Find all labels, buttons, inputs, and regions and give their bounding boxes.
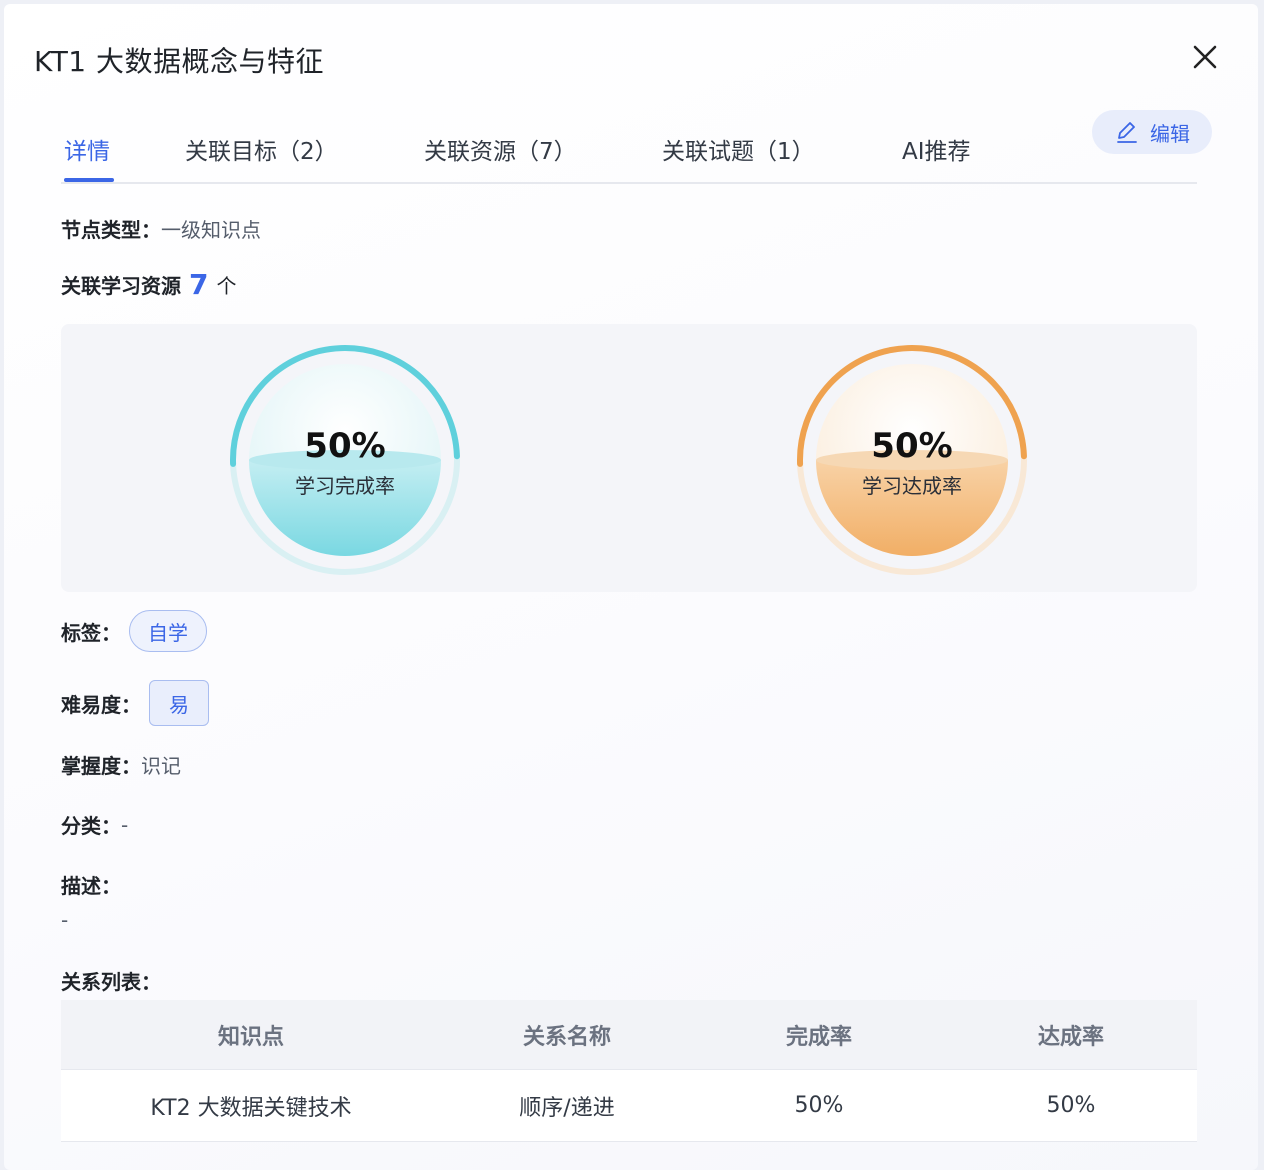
dialog-title: KT1 大数据概念与特征 <box>34 45 325 78</box>
stats-panel: 50% 学习完成率 50% 学习达成率 <box>61 324 1197 592</box>
difficulty-label: 难易度： <box>61 692 141 717</box>
relations-table-header: 知识点 关系名称 完成率 达成率 <box>61 1000 1197 1070</box>
mastery-value: 识记 <box>141 754 181 778</box>
resources-count: 7 <box>189 268 209 301</box>
active-tab-indicator <box>64 178 114 182</box>
resources-suffix: 个 <box>216 274 237 298</box>
tab-details[interactable]: 详情 <box>64 132 110 166</box>
description-row: 描述： <box>61 870 121 899</box>
header-achievement-rate: 达成率 <box>1037 1024 1104 1050</box>
header-relation-name: 关系名称 <box>522 1024 611 1050</box>
close-icon[interactable] <box>1188 40 1222 74</box>
achievement-rate-label: 学习达成率 <box>862 474 962 498</box>
node-type-row: 节点类型： 一级知识点 <box>61 214 261 243</box>
tab-related-questions[interactable]: 关联试题（1） <box>662 132 815 166</box>
achievement-rate-value: 50% <box>871 426 953 466</box>
cell-knowledge-point: KT2 大数据关键技术 <box>150 1095 352 1121</box>
category-label: 分类： <box>61 814 121 838</box>
achievement-gauge: 50% 学习达成率 <box>796 344 1028 576</box>
cell-achievement-rate: 50% <box>1046 1093 1096 1118</box>
mastery-label: 掌握度： <box>61 754 141 778</box>
tab-related-goals[interactable]: 关联目标（2） <box>185 132 338 166</box>
node-type-value: 一级知识点 <box>161 218 261 242</box>
difficulty-badge: 易 <box>149 680 209 726</box>
category-value: - <box>121 812 129 837</box>
resources-row: 关联学习资源 7 个 <box>61 268 236 301</box>
difficulty-row: 难易度： 易 <box>61 680 209 726</box>
tags-row: 标签： 自学 <box>61 610 207 652</box>
completion-gauge: 50% 学习完成率 <box>229 344 461 576</box>
completion-rate-value: 50% <box>304 426 386 466</box>
tab-related-resources[interactable]: 关联资源（7） <box>424 132 577 166</box>
cell-relation-name: 顺序/递进 <box>519 1095 615 1121</box>
node-type-label: 节点类型： <box>61 218 161 242</box>
tag-pill[interactable]: 自学 <box>129 610 207 652</box>
tab-ai-recommend[interactable]: AI推荐 <box>902 132 971 166</box>
header-knowledge-point: 知识点 <box>217 1024 284 1050</box>
tags-label: 标签： <box>61 620 121 645</box>
knowledge-point-dialog: KT1 大数据概念与特征 编辑 详情 关联目标（2） 关联资源（7） 关联试题（… <box>4 4 1258 1170</box>
header-completion-rate: 完成率 <box>785 1024 852 1050</box>
cell-completion-rate: 50% <box>794 1093 844 1118</box>
relations-label: 关系列表： <box>61 970 161 994</box>
relations-row: 关系列表： <box>61 966 161 995</box>
mastery-row: 掌握度： 识记 <box>61 750 181 779</box>
table-row[interactable]: KT2 大数据关键技术 顺序/递进 50% 50% <box>61 1070 1197 1142</box>
relations-table: 知识点 关系名称 完成率 达成率 KT2 大数据关键技术 顺序/递进 50% 5… <box>61 1000 1197 1142</box>
description-label: 描述： <box>61 874 121 898</box>
category-row: 分类： - <box>61 810 128 839</box>
completion-rate-label: 学习完成率 <box>295 474 395 498</box>
description-value-row: - <box>61 908 68 932</box>
tab-bar: 详情 关联目标（2） 关联资源（7） 关联试题（1） AI推荐 <box>61 124 1197 184</box>
resources-prefix: 关联学习资源 <box>61 274 181 298</box>
description-value: - <box>61 908 69 932</box>
